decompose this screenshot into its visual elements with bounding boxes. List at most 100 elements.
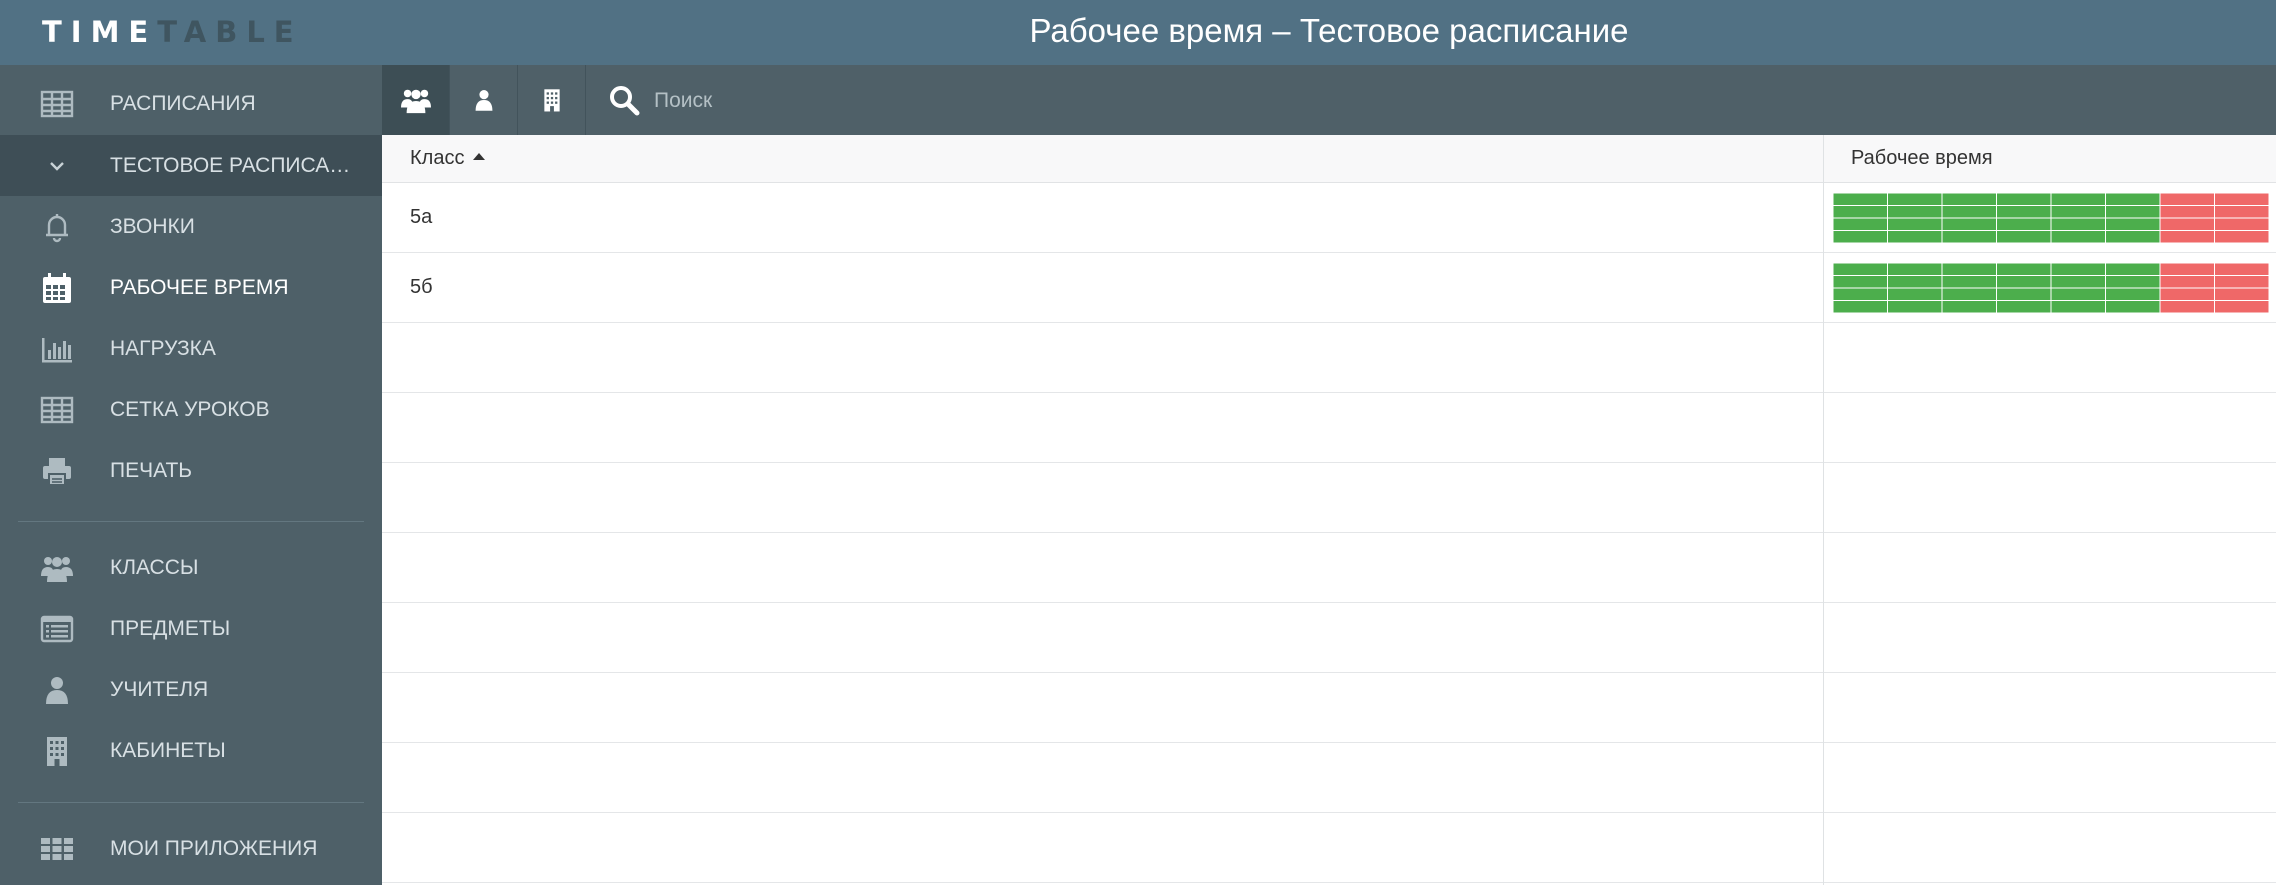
- sidebar-item-classes[interactable]: Классы: [0, 537, 382, 598]
- period-cell-unavailable[interactable]: [2214, 217, 2270, 231]
- working-time-grid[interactable]: [1833, 263, 2269, 313]
- period-cell-available[interactable]: [1887, 263, 1943, 276]
- period-cell-available[interactable]: [2105, 275, 2161, 289]
- period-cell-unavailable[interactable]: [2159, 263, 2215, 276]
- search-icon[interactable]: [607, 83, 641, 117]
- sidebar-item-workload[interactable]: Нагрузка: [0, 318, 382, 379]
- bell-icon: [40, 211, 74, 243]
- sidebar-item-my-apps[interactable]: Мои приложения: [0, 818, 382, 879]
- period-cell-available[interactable]: [2105, 287, 2161, 301]
- period-cell-unavailable[interactable]: [2159, 230, 2215, 244]
- period-cell-unavailable[interactable]: [2214, 275, 2270, 289]
- column-header-working-time[interactable]: Рабочее время: [1851, 135, 1993, 182]
- period-cell-available[interactable]: [1887, 193, 1943, 206]
- period-cell-available[interactable]: [2050, 275, 2106, 289]
- period-cell-available[interactable]: [2105, 300, 2161, 314]
- period-cell-available[interactable]: [1941, 193, 1997, 206]
- period-cell-available[interactable]: [1941, 287, 1997, 301]
- period-cell-unavailable[interactable]: [2214, 300, 2270, 314]
- period-cell-available[interactable]: [2105, 263, 2161, 276]
- period-cell-available[interactable]: [1833, 217, 1888, 231]
- period-cell-available[interactable]: [1887, 300, 1943, 314]
- period-cell-available[interactable]: [1887, 230, 1943, 244]
- period-cell-available[interactable]: [1941, 300, 1997, 314]
- period-cell-unavailable[interactable]: [2159, 217, 2215, 231]
- period-cell-unavailable[interactable]: [2214, 193, 2270, 206]
- user-icon: [40, 674, 74, 706]
- table-row[interactable]: 5б: [382, 253, 2276, 323]
- period-cell-available[interactable]: [2050, 205, 2106, 219]
- period-cell-available[interactable]: [1887, 275, 1943, 289]
- period-cell-unavailable[interactable]: [2159, 193, 2215, 206]
- sidebar-item-bells[interactable]: Звонки: [0, 196, 382, 257]
- period-cell-available[interactable]: [2050, 193, 2106, 206]
- period-cell-available[interactable]: [1833, 193, 1888, 206]
- period-cell-available[interactable]: [2105, 193, 2161, 206]
- period-cell-unavailable[interactable]: [2159, 300, 2215, 314]
- period-cell-unavailable[interactable]: [2214, 287, 2270, 301]
- period-cell-available[interactable]: [1833, 205, 1888, 219]
- period-cell-available[interactable]: [1996, 193, 2052, 206]
- period-cell-available[interactable]: [2050, 300, 2106, 314]
- period-cell-available[interactable]: [1996, 300, 2052, 314]
- search-input[interactable]: [652, 79, 1256, 123]
- period-cell-available[interactable]: [2105, 205, 2161, 219]
- period-cell-available[interactable]: [2050, 287, 2106, 301]
- period-cell-available[interactable]: [1887, 287, 1943, 301]
- period-cell-available[interactable]: [1833, 275, 1888, 289]
- period-cell-available[interactable]: [2050, 230, 2106, 244]
- list-icon: [40, 613, 74, 645]
- period-cell-available[interactable]: [2050, 263, 2106, 276]
- period-cell-available[interactable]: [1996, 217, 2052, 231]
- period-cell-unavailable[interactable]: [2159, 275, 2215, 289]
- tab-rooms[interactable]: [518, 65, 586, 135]
- period-cell-available[interactable]: [1887, 217, 1943, 231]
- tab-classes[interactable]: [382, 65, 450, 135]
- period-cell-available[interactable]: [1941, 230, 1997, 244]
- sidebar-item-working-time[interactable]: Рабочее время: [0, 257, 382, 318]
- tab-teachers[interactable]: [450, 65, 518, 135]
- period-cell-available[interactable]: [1833, 230, 1888, 244]
- period-cell-unavailable[interactable]: [2159, 287, 2215, 301]
- period-cell-available[interactable]: [2050, 217, 2106, 231]
- sidebar-item-subjects[interactable]: Предметы: [0, 598, 382, 659]
- sidebar-item-teachers[interactable]: Учителя: [0, 659, 382, 720]
- period-cell-available[interactable]: [1941, 263, 1997, 276]
- sidebar-item-lesson-grid[interactable]: Сетка уроков: [0, 379, 382, 440]
- period-cell-available[interactable]: [1941, 217, 1997, 231]
- period-cell-available[interactable]: [1941, 205, 1997, 219]
- table-row[interactable]: 5а: [382, 183, 2276, 253]
- period-cell-available[interactable]: [1833, 287, 1888, 301]
- table-grid-icon: [40, 394, 74, 426]
- period-cell-available[interactable]: [2105, 217, 2161, 231]
- period-cell-available[interactable]: [1996, 205, 2052, 219]
- period-cell-available[interactable]: [2105, 230, 2161, 244]
- table-row-empty: [382, 463, 2276, 533]
- sidebar-item-label: Предметы: [110, 617, 231, 640]
- toolbar: [382, 65, 2276, 135]
- period-cell-available[interactable]: [1887, 205, 1943, 219]
- sidebar-divider: [18, 802, 364, 803]
- apps-grid-icon: [40, 833, 74, 865]
- period-cell-unavailable[interactable]: [2214, 230, 2270, 244]
- sidebar-item-schedules[interactable]: Расписания: [0, 73, 382, 134]
- sidebar-item-print[interactable]: Печать: [0, 440, 382, 501]
- app-logo[interactable]: TIMETABLE: [42, 15, 303, 49]
- period-cell-available[interactable]: [1833, 300, 1888, 314]
- period-cell-available[interactable]: [1833, 263, 1888, 276]
- table-row-empty: [382, 743, 2276, 813]
- period-cell-available[interactable]: [1996, 263, 2052, 276]
- period-cell-unavailable[interactable]: [2214, 263, 2270, 276]
- period-cell-available[interactable]: [1996, 230, 2052, 244]
- building-icon: [40, 735, 74, 767]
- users-group-icon: [40, 552, 74, 584]
- period-cell-available[interactable]: [1996, 275, 2052, 289]
- period-cell-unavailable[interactable]: [2214, 205, 2270, 219]
- column-header-class[interactable]: Класс: [410, 135, 486, 182]
- sidebar-item-rooms[interactable]: Кабинеты: [0, 720, 382, 781]
- period-cell-available[interactable]: [1941, 275, 1997, 289]
- working-time-grid[interactable]: [1833, 193, 2269, 243]
- sidebar-item-test-schedule[interactable]: Тестовое расписание: [0, 135, 382, 196]
- period-cell-unavailable[interactable]: [2159, 205, 2215, 219]
- period-cell-available[interactable]: [1996, 287, 2052, 301]
